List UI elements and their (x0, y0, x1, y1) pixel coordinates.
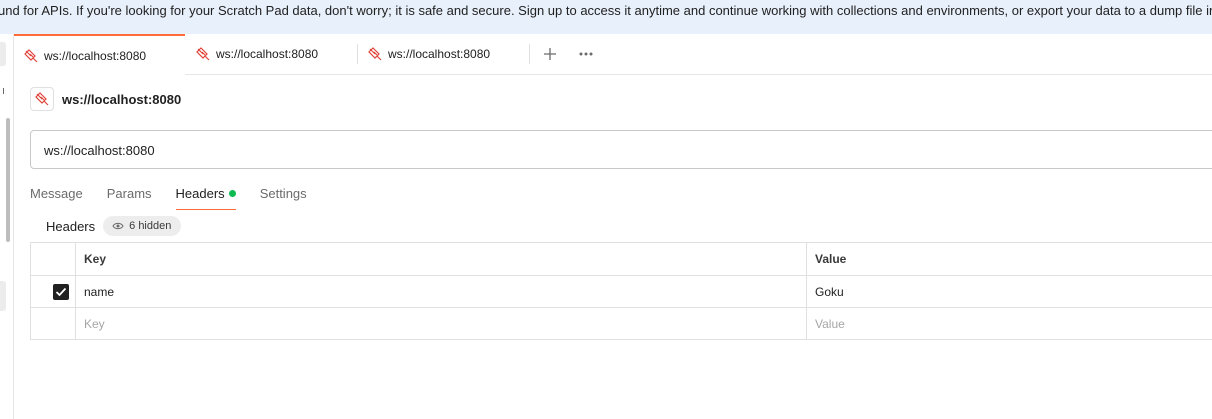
request-subtabs: Message Params Headers Settings (30, 184, 331, 210)
tab-request-2[interactable]: ws://localhost:8080 (186, 34, 358, 74)
tab-settings-label: Settings (259, 186, 307, 201)
row-checkbox[interactable] (53, 283, 69, 300)
header-key-cell[interactable]: name (75, 275, 807, 308)
info-banner: und for APIs. If you're looking for your… (0, 0, 1212, 34)
tab-label: ws://localhost:8080 (388, 47, 491, 61)
column-key: Key (75, 242, 807, 276)
tab-label: ws://localhost:8080 (44, 48, 147, 63)
column-value: Value (806, 242, 1212, 276)
banner-text: und for APIs. If you're looking for your… (0, 3, 1212, 18)
request-header: ws://localhost:8080 (30, 86, 181, 112)
tab-message-label: Message (30, 186, 83, 201)
request-tab-bar: ws://localhost:8080 ws://localhost:8080 … (14, 34, 1212, 75)
tab-label: ws://localhost:8080 (216, 47, 319, 61)
sidebar-selected-item[interactable] (0, 281, 6, 311)
url-bar[interactable] (30, 130, 1212, 169)
sidebar-handle[interactable] (0, 42, 6, 66)
ellipsis-icon[interactable] (574, 42, 598, 66)
tab-headers-label: Headers (175, 186, 225, 201)
tab-params[interactable]: Params (107, 184, 152, 209)
tab-request-1[interactable]: ws://localhost:8080 (14, 34, 185, 75)
table-row: name Goku (30, 275, 1212, 308)
url-input[interactable] (44, 141, 1144, 159)
hidden-headers-toggle[interactable]: 6 hidden (103, 216, 182, 236)
websocket-icon (196, 47, 210, 61)
tab-params-label: Params (106, 186, 152, 201)
row-checkbox-cell (30, 275, 76, 308)
tab-settings[interactable]: Settings (260, 184, 307, 209)
new-value-input[interactable]: Value (806, 307, 1212, 340)
tab-separator (529, 44, 530, 64)
sidebar-collapsed (0, 34, 14, 419)
status-dot (228, 190, 236, 198)
headers-table: Key Value name Goku Key Value (30, 242, 1212, 340)
empty-checkbox-cell (30, 307, 76, 340)
table-row-new: Key Value (30, 307, 1212, 340)
new-key-input[interactable]: Key (75, 307, 807, 340)
table-header-row: Key Value (30, 242, 1212, 276)
hidden-count: 6 hidden (129, 220, 172, 232)
eye-icon (112, 222, 124, 230)
tab-request-3[interactable]: ws://localhost:8080 (358, 34, 530, 74)
tab-headers[interactable]: Headers (175, 184, 236, 210)
websocket-icon (24, 48, 38, 63)
check-icon (55, 287, 67, 296)
sidebar-marker (0, 88, 4, 94)
request-name[interactable]: ws://localhost:8080 (62, 92, 181, 107)
websocket-icon (30, 87, 54, 111)
websocket-icon (368, 47, 382, 61)
tab-message[interactable]: Message (30, 184, 83, 209)
headers-toolbar: Headers 6 hidden (46, 216, 182, 236)
column-checkbox (30, 242, 76, 276)
sidebar-scrollbar[interactable] (6, 118, 10, 242)
headers-label: Headers (46, 218, 96, 234)
header-value-cell[interactable]: Goku (806, 275, 1212, 308)
plus-icon[interactable] (538, 42, 562, 66)
